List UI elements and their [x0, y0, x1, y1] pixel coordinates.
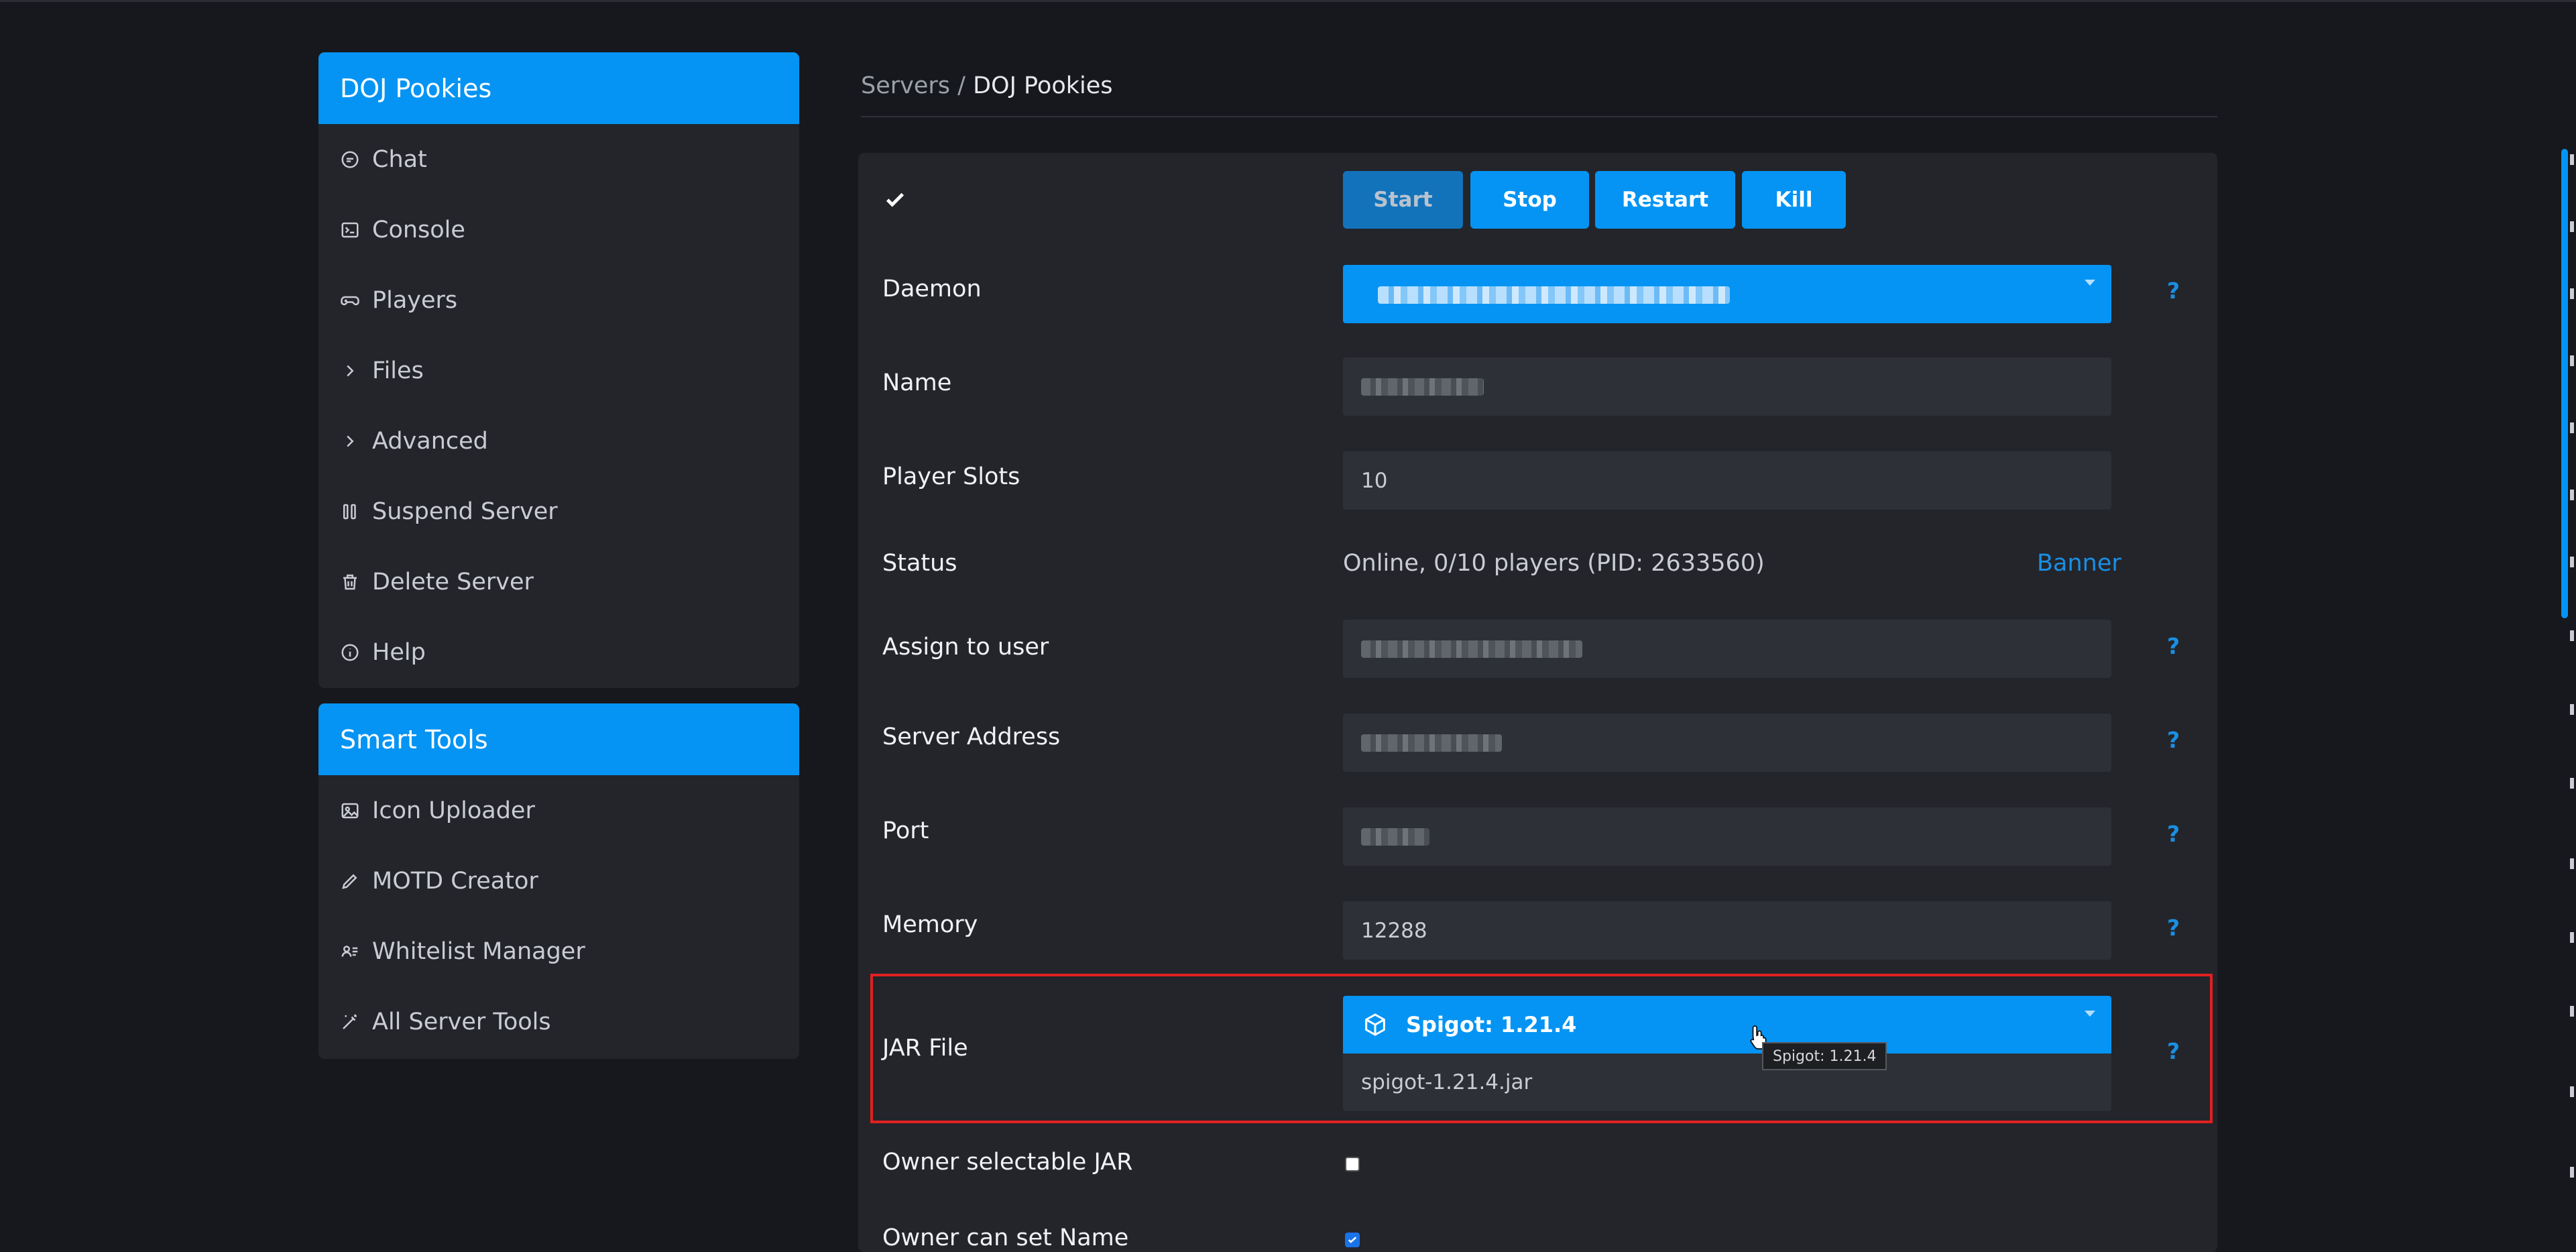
breadcrumb-divider	[861, 116, 2217, 117]
sidebar-item-label: Files	[372, 357, 424, 384]
daemon-help-icon[interactable]: ?	[2167, 278, 2180, 304]
name-field[interactable]	[1343, 357, 2111, 416]
sidebar-item-delete-server[interactable]: Delete Server	[318, 547, 799, 617]
daemon-label: Daemon	[882, 276, 982, 302]
sidebar-item-label: Console	[372, 216, 465, 243]
memory-label: Memory	[882, 911, 978, 938]
pencil-icon	[340, 871, 360, 891]
server-address-help-icon[interactable]: ?	[2167, 727, 2180, 753]
owner-selectable-jar-checkbox[interactable]	[1345, 1157, 1360, 1172]
sidebar-item-whitelist-manager[interactable]: Whitelist Manager	[318, 916, 799, 986]
kill-button[interactable]: Kill	[1742, 171, 1846, 229]
smart-tools-title: Smart Tools	[318, 703, 799, 775]
sidebar-item-icon-uploader[interactable]: Icon Uploader	[318, 775, 799, 846]
sidebar-item-label: Help	[372, 638, 426, 666]
port-value-redacted	[1361, 828, 1429, 846]
info-icon	[340, 642, 360, 663]
trash-icon	[340, 572, 360, 592]
image-icon	[340, 801, 360, 821]
memory-help-icon[interactable]: ?	[2167, 915, 2180, 941]
page-scrollbar[interactable]	[2561, 149, 2568, 618]
sidebar-item-advanced[interactable]: Advanced	[318, 406, 799, 476]
server-menu-title: DOJ Pookies	[318, 52, 799, 124]
port-help-icon[interactable]: ?	[2167, 821, 2180, 847]
package-icon	[1365, 1013, 1385, 1036]
sidebar-item-label: MOTD Creator	[372, 867, 538, 895]
sidebar-item-chat[interactable]: Chat	[318, 124, 799, 194]
checkmark-icon	[1348, 1237, 1357, 1243]
window-top-border	[0, 0, 2576, 2]
chevron-down-icon	[2085, 1011, 2095, 1017]
stop-button[interactable]: Stop	[1470, 171, 1589, 229]
sidebar-item-suspend-server[interactable]: Suspend Server	[318, 476, 799, 547]
sidebar-item-label: Icon Uploader	[372, 797, 535, 824]
daemon-select[interactable]	[1343, 265, 2111, 323]
start-button[interactable]: Start	[1343, 171, 1463, 229]
jar-file-selected-value: Spigot: 1.21.4	[1406, 1012, 1577, 1037]
user-list-icon	[340, 942, 360, 962]
sidebar-item-label: Delete Server	[372, 568, 534, 595]
terminal-icon	[340, 220, 360, 240]
banner-link[interactable]: Banner	[2037, 550, 2121, 577]
name-label: Name	[882, 369, 952, 396]
owner-can-set-name-checkbox[interactable]	[1345, 1233, 1360, 1247]
owner-can-set-name-label: Owner can set Name	[882, 1225, 1129, 1251]
checkmark-icon	[886, 192, 904, 207]
sidebar-item-files[interactable]: Files	[318, 335, 799, 406]
assign-user-value-redacted	[1361, 640, 1582, 658]
name-value-redacted	[1361, 378, 1484, 396]
breadcrumb-servers-link[interactable]: Servers	[861, 72, 950, 99]
port-label: Port	[882, 817, 929, 844]
chevron-right-icon	[340, 361, 360, 381]
jar-file-filename: spigot-1.21.4.jar	[1343, 1054, 2111, 1111]
chat-bubble-icon	[340, 150, 360, 170]
breadcrumb-current: DOJ Pookies	[973, 72, 1113, 99]
jar-file-tooltip: Spigot: 1.21.4	[1762, 1042, 1887, 1070]
sidebar-item-help[interactable]: Help	[318, 617, 799, 687]
jar-file-select[interactable]: Spigot: 1.21.4	[1343, 996, 2111, 1054]
sidebar-item-label: Suspend Server	[372, 498, 558, 525]
sidebar-item-all-server-tools[interactable]: All Server Tools	[318, 986, 799, 1057]
server-menu-panel: DOJ Pookies Chat Console Players Files A…	[318, 52, 799, 688]
pause-icon	[340, 502, 360, 522]
sidebar-item-label: Advanced	[372, 427, 488, 455]
window-edge-strip	[2570, 0, 2576, 1252]
sidebar-item-console[interactable]: Console	[318, 194, 799, 265]
sidebar-item-players[interactable]: Players	[318, 265, 799, 335]
player-slots-field[interactable]: 10	[1343, 451, 2111, 510]
gamepad-icon	[340, 290, 360, 310]
chevron-down-icon	[2085, 280, 2095, 286]
sidebar-item-label: All Server Tools	[372, 1008, 551, 1035]
memory-field[interactable]: 12288	[1343, 901, 2111, 960]
jar-file-help-icon[interactable]: ?	[2167, 1038, 2180, 1064]
assign-user-label: Assign to user	[882, 634, 1049, 661]
assign-user-field[interactable]	[1343, 620, 2111, 678]
owner-selectable-jar-label: Owner selectable JAR	[882, 1149, 1133, 1176]
server-address-value-redacted	[1361, 734, 1502, 752]
sidebar-item-label: Chat	[372, 146, 427, 173]
server-address-field[interactable]	[1343, 714, 2111, 772]
restart-button[interactable]: Restart	[1595, 171, 1735, 229]
server-status-text: Online, 0/10 players (PID: 2633560)	[1343, 550, 1765, 577]
player-slots-label: Player Slots	[882, 463, 1020, 490]
smart-tools-panel: Smart Tools Icon Uploader MOTD Creator W…	[318, 703, 799, 1059]
breadcrumb: Servers / DOJ Pookies	[861, 72, 1113, 99]
sidebar-item-label: Players	[372, 286, 458, 314]
sidebar-item-label: Whitelist Manager	[372, 937, 585, 965]
assign-user-help-icon[interactable]: ?	[2167, 633, 2180, 659]
breadcrumb-separator: /	[957, 72, 965, 99]
jar-file-label: JAR File	[882, 1035, 968, 1062]
sidebar-item-motd-creator[interactable]: MOTD Creator	[318, 846, 799, 916]
magic-wand-icon	[340, 1012, 360, 1032]
daemon-value-redacted	[1378, 286, 1730, 304]
status-label: Status	[882, 550, 957, 577]
chevron-right-icon	[340, 431, 360, 451]
server-address-label: Server Address	[882, 724, 1061, 750]
port-field[interactable]	[1343, 807, 2111, 866]
